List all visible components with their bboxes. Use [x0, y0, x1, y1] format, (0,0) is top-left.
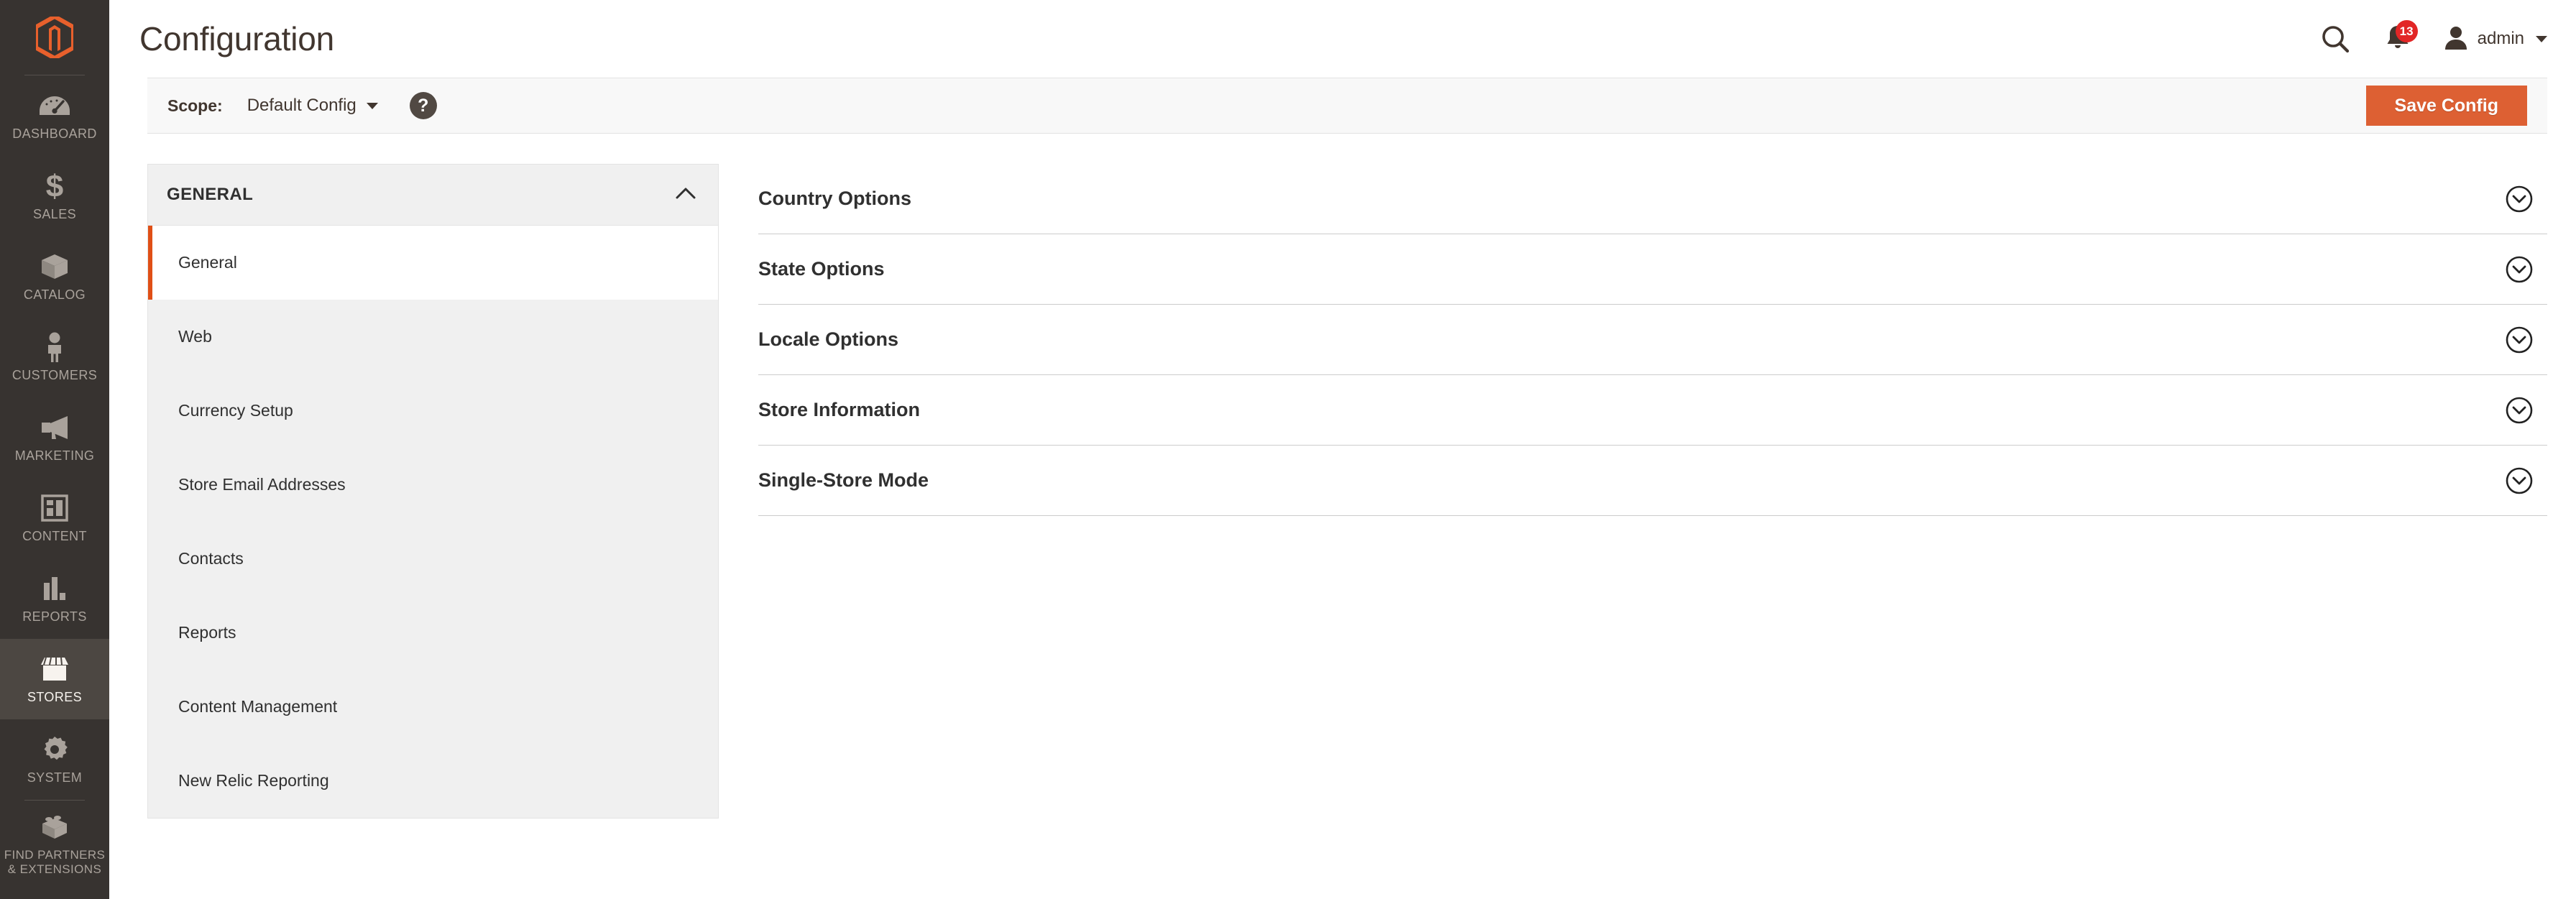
- main-column: Configuration 13 admin Scope: Default Co…: [109, 0, 2576, 899]
- lego-brick-icon: [40, 811, 70, 844]
- save-config-button[interactable]: Save Config: [2365, 86, 2527, 126]
- notifications-button[interactable]: 13: [2377, 19, 2419, 59]
- config-section-title: Store Information: [758, 399, 921, 420]
- config-section-title: Locale Options: [758, 328, 899, 350]
- config-nav-item-content-management[interactable]: Content Management: [148, 670, 718, 744]
- chevron-down-circle-icon: [2504, 325, 2534, 355]
- scope-select[interactable]: Default Config: [247, 96, 378, 116]
- config-nav-item-general[interactable]: General: [148, 226, 718, 300]
- sidebar-item-sales[interactable]: $ SALES: [0, 156, 109, 236]
- person-icon: [45, 331, 64, 364]
- config-nav-item-store-email-addresses[interactable]: Store Email Addresses: [148, 448, 718, 522]
- config-nav-item-new-relic-reporting[interactable]: New Relic Reporting: [148, 744, 718, 818]
- sidebar-item-reports[interactable]: REPORTS: [0, 558, 109, 639]
- search-glyph: [2322, 26, 2349, 53]
- config-nav-panel: GENERAL General Web Currency Setup Store…: [147, 164, 719, 819]
- sidebar-item-stores[interactable]: STORES: [0, 639, 109, 719]
- scope-selected-value: Default Config: [247, 96, 356, 115]
- layout-window-icon: [41, 492, 68, 525]
- scope-bar: Scope: Default Config ? Save Config: [147, 78, 2547, 134]
- sidebar-item-content[interactable]: CONTENT: [0, 478, 109, 558]
- chevron-down-circle-icon: [2504, 254, 2534, 285]
- user-avatar-icon: [2443, 25, 2469, 53]
- admin-sidebar: DASHBOARD $ SALES CATALOG CUSTOMERS MARK…: [0, 0, 109, 899]
- config-section-locale-options[interactable]: Locale Options: [758, 305, 2547, 375]
- sidebar-item-catalog[interactable]: CATALOG: [0, 236, 109, 317]
- sidebar-item-dashboard[interactable]: DASHBOARD: [0, 75, 109, 156]
- bar-chart-icon: [42, 572, 68, 605]
- page-title: Configuration: [139, 20, 335, 57]
- chevron-down-circle-icon: [2504, 395, 2534, 425]
- sidebar-item-label: FIND PARTNERS & EXTENSIONS: [4, 848, 106, 877]
- config-section-country-options[interactable]: Country Options: [758, 164, 2547, 234]
- sidebar-item-label: REPORTS: [22, 609, 87, 624]
- dashboard-gauge-icon: [40, 89, 70, 122]
- chevron-up-icon: [675, 187, 696, 203]
- config-section-title: Country Options: [758, 188, 911, 209]
- header-actions: 13 admin: [2315, 19, 2547, 59]
- config-section-store-information[interactable]: Store Information: [758, 375, 2547, 446]
- megaphone-icon: [39, 411, 70, 444]
- storefront-icon: [40, 653, 70, 686]
- config-nav-item-reports[interactable]: Reports: [148, 596, 718, 670]
- gear-icon: [40, 733, 69, 766]
- sidebar-item-label: CONTENT: [22, 529, 87, 544]
- user-name: admin: [2477, 29, 2524, 48]
- sidebar-item-find-partners-extensions[interactable]: FIND PARTNERS & EXTENSIONS: [0, 801, 109, 887]
- config-nav-section-label: GENERAL: [167, 185, 254, 204]
- magento-logo[interactable]: [0, 0, 109, 75]
- config-section-title: State Options: [758, 258, 885, 280]
- svg-text:$: $: [46, 170, 63, 202]
- chevron-down-circle-icon: [2504, 466, 2534, 496]
- admin-page: DASHBOARD $ SALES CATALOG CUSTOMERS MARK…: [0, 0, 2576, 899]
- question-mark-icon[interactable]: ?: [409, 92, 437, 119]
- config-nav-list: General Web Currency Setup Store Email A…: [147, 226, 719, 819]
- page-header: Configuration 13 admin: [109, 0, 2576, 78]
- search-icon[interactable]: [2315, 19, 2355, 59]
- chevron-down-icon: [366, 102, 378, 109]
- sidebar-item-label: SYSTEM: [27, 770, 83, 785]
- sidebar-item-label: STORES: [27, 690, 83, 705]
- config-section-title: Single-Store Mode: [758, 469, 929, 491]
- sidebar-item-label: CUSTOMERS: [12, 368, 98, 383]
- notification-count-badge: 13: [2395, 20, 2418, 42]
- config-nav-item-contacts[interactable]: Contacts: [148, 522, 718, 596]
- chevron-down-icon: [2536, 35, 2547, 42]
- sidebar-item-label: CATALOG: [23, 287, 86, 303]
- config-nav-item-web[interactable]: Web: [148, 300, 718, 374]
- dollar-sign-icon: $: [44, 170, 65, 203]
- user-menu[interactable]: admin: [2443, 25, 2547, 53]
- config-nav-item-currency-setup[interactable]: Currency Setup: [148, 374, 718, 448]
- config-section-single-store-mode[interactable]: Single-Store Mode: [758, 446, 2547, 516]
- chevron-down-circle-icon: [2504, 184, 2534, 214]
- box-icon: [40, 250, 70, 283]
- config-sections: Country Options State Options Locale Opt…: [758, 164, 2547, 819]
- scope-label: Scope:: [167, 96, 223, 115]
- config-body: GENERAL General Web Currency Setup Store…: [109, 164, 2576, 819]
- sidebar-item-label: SALES: [32, 207, 77, 222]
- sidebar-item-system[interactable]: SYSTEM: [0, 719, 109, 800]
- config-section-state-options[interactable]: State Options: [758, 234, 2547, 305]
- sidebar-item-label: MARKETING: [14, 448, 95, 464]
- sidebar-item-label: DASHBOARD: [12, 126, 97, 142]
- sidebar-item-marketing[interactable]: MARKETING: [0, 397, 109, 478]
- magento-logo-icon: [36, 17, 73, 58]
- config-nav-section-general[interactable]: GENERAL: [147, 164, 719, 226]
- sidebar-item-customers[interactable]: CUSTOMERS: [0, 317, 109, 397]
